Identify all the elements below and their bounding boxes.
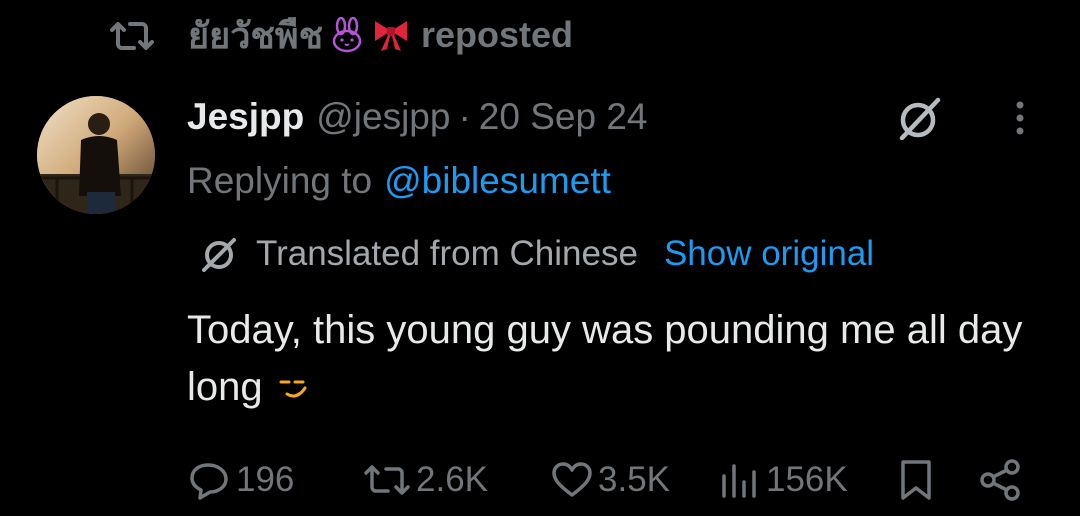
tweet-header: Jesjpp @jesjpp · 20 Sep 24 xyxy=(187,92,648,142)
reposted-label: reposted xyxy=(421,14,574,55)
grok-icon[interactable] xyxy=(896,96,944,141)
repost-count: 2.6K xyxy=(416,460,488,499)
tweet-date[interactable]: 20 Sep 24 xyxy=(479,96,648,138)
show-original-link[interactable]: Show original xyxy=(664,234,874,274)
smirk-emoji xyxy=(277,363,311,398)
separator-dot: · xyxy=(458,96,471,137)
repost-user-name[interactable]: ยัยวัชพืช xyxy=(188,7,323,64)
repost-button[interactable]: 2.6K xyxy=(362,454,488,506)
views-button[interactable]: 156K xyxy=(718,454,848,506)
replying-to-line: Replying to @biblesumett xyxy=(187,156,611,206)
reply-icon xyxy=(190,463,228,500)
share-button[interactable] xyxy=(978,454,1026,506)
share-icon xyxy=(980,459,1020,501)
like-button[interactable]: 3.5K xyxy=(550,454,670,506)
like-count: 3.5K xyxy=(598,460,670,499)
rabbit-emoji xyxy=(329,16,365,53)
replying-to-mention[interactable]: @biblesumett xyxy=(384,160,611,202)
bookmark-icon xyxy=(901,460,931,500)
views-chart-icon xyxy=(722,464,756,498)
views-count: 156K xyxy=(766,460,848,499)
avatar[interactable] xyxy=(37,96,155,214)
reply-count: 196 xyxy=(236,460,295,499)
translation-bar: Translated from Chinese Show original xyxy=(200,230,874,278)
repost-icon xyxy=(364,465,410,495)
heart-icon xyxy=(552,462,592,497)
tweet-body: Today, this young guy was pounding me al… xyxy=(187,308,1023,409)
replying-prefix: Replying to xyxy=(187,160,373,201)
bookmark-button[interactable] xyxy=(896,454,940,506)
repost-header[interactable]: ยัยวัชพืช reposted xyxy=(188,12,573,58)
more-options-icon[interactable] xyxy=(1010,100,1030,140)
ribbon-emoji xyxy=(371,17,411,53)
reply-button[interactable]: 196 xyxy=(188,454,294,506)
repost-indicator-icon xyxy=(106,18,158,54)
translated-label: Translated from Chinese xyxy=(256,234,638,273)
user-handle[interactable]: @jesjpp xyxy=(316,96,450,138)
tweet-text: Today, this young guy was pounding me al… xyxy=(187,302,1037,416)
display-name[interactable]: Jesjpp xyxy=(187,96,304,138)
translate-icon xyxy=(200,236,240,272)
